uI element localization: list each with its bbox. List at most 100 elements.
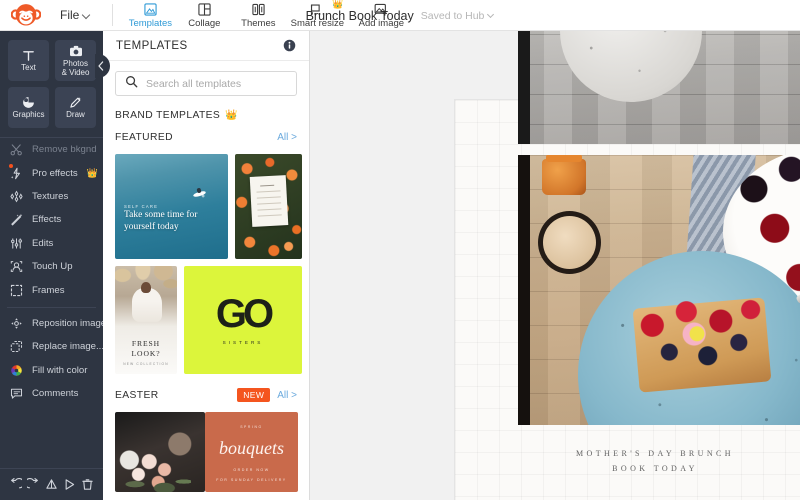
- templates-panel: TEMPLATES BRAND TEMPLATES 👑: [103, 31, 310, 500]
- template-kicker: SPRING: [240, 425, 263, 429]
- rail-item-touch-up[interactable]: Touch Up: [0, 255, 103, 278]
- rail-button-photos-video[interactable]: Photos & Video: [55, 40, 96, 81]
- info-icon[interactable]: [283, 39, 296, 52]
- effects-wand-icon: [9, 212, 24, 227]
- template-title-line2: yourself today: [124, 221, 179, 232]
- touch-up-face-icon: [9, 259, 24, 274]
- panel-header: TEMPLATES: [103, 31, 309, 61]
- surfer-graphic: [192, 190, 207, 198]
- rail-item-pro-effects-label: Pro effects: [32, 167, 78, 179]
- play-icon[interactable]: [62, 477, 77, 492]
- chevron-left-icon: [98, 61, 104, 71]
- brunch-photo-color-main[interactable]: [518, 155, 800, 425]
- brand-templates-row[interactable]: BRAND TEMPLATES 👑: [103, 105, 309, 125]
- pro-crown-icon: 👑: [86, 167, 98, 178]
- rail-divider-2: [7, 306, 96, 308]
- template-card-fresh-look[interactable]: FRESH LOOK? NEW COLLECTION: [115, 266, 177, 374]
- featured-section-header: FEATURED All >: [103, 127, 309, 147]
- pro-crown-icon: 👑: [225, 109, 238, 121]
- template-line1: ORDER NOW: [233, 468, 270, 472]
- photo-edge-left: [518, 31, 530, 144]
- search-box[interactable]: [115, 71, 297, 96]
- featured-grid-row-1: SELF CARE Take some time for yourself to…: [103, 147, 309, 259]
- design-document[interactable]: MOTHER'S DAY BRUNCH BOOK TODAY: [455, 31, 800, 500]
- rail-item-remove-bkgnd-label: Remove bkgnd: [32, 144, 97, 156]
- document-title[interactable]: Brunch Book Today: [306, 9, 414, 23]
- rail-button-graphics-label: Graphics: [12, 110, 45, 120]
- monkey-logo-icon: [11, 4, 41, 26]
- picmonkey-logo[interactable]: [0, 3, 52, 27]
- save-state-menu[interactable]: Saved to Hub: [421, 10, 495, 22]
- easter-section-header: EASTER NEW All >: [103, 385, 309, 405]
- rail-button-text[interactable]: Text: [8, 40, 49, 81]
- sliders-icon: [9, 236, 24, 251]
- rail-item-reposition-image-label: Reposition image: [32, 317, 103, 329]
- redo-icon[interactable]: [26, 477, 41, 492]
- textures-icon: [9, 189, 24, 204]
- rail-item-remove-bkgnd[interactable]: Remove bkgnd 👑: [0, 138, 103, 161]
- replace-image-icon: [9, 339, 24, 354]
- new-badge[interactable]: NEW: [237, 388, 271, 402]
- easter-label: EASTER: [115, 389, 159, 401]
- toolbar-divider: [112, 4, 114, 26]
- featured-all-link[interactable]: All >: [277, 132, 297, 143]
- tab-themes[interactable]: Themes: [231, 0, 285, 31]
- template-card-easter-bouquet-text[interactable]: SPRING bouquets ORDER NOW FOR SUNDAY DEL…: [205, 412, 298, 492]
- template-card-orange-flowers[interactable]: [235, 154, 302, 259]
- chevron-down-icon: [488, 13, 494, 19]
- brand-templates-left: BRAND TEMPLATES 👑: [115, 110, 238, 121]
- file-menu-button[interactable]: File: [52, 8, 98, 22]
- graphics-icon: [22, 95, 35, 110]
- template-title-line2: LOOK?: [131, 349, 161, 358]
- rail-item-fill-with-color-label: Fill with color: [32, 364, 88, 376]
- top-toolbar: File Templates Collage Themes 👑 Smart re…: [0, 0, 800, 31]
- template-card-take-some-time[interactable]: SELF CARE Take some time for yourself to…: [115, 154, 228, 259]
- featured-actions: All >: [277, 132, 297, 143]
- rail-item-replace-image[interactable]: Replace image...: [0, 335, 103, 358]
- template-title-line1: FRESH: [131, 339, 161, 348]
- template-card-go-sisters[interactable]: GO SISTERS: [184, 266, 302, 374]
- rail-button-graphics[interactable]: Graphics: [8, 87, 49, 128]
- rail-button-draw[interactable]: Draw: [55, 87, 96, 128]
- brand-templates-label: BRAND TEMPLATES: [115, 109, 221, 121]
- tab-templates[interactable]: Templates: [123, 0, 177, 31]
- rail-button-text-label: Text: [21, 63, 36, 73]
- rail-item-replace-image-label: Replace image...: [32, 341, 103, 353]
- photo-edge-left: [518, 155, 530, 425]
- flip-icon[interactable]: [44, 477, 59, 492]
- rail-item-effects[interactable]: Effects: [0, 208, 103, 231]
- rail-item-edits[interactable]: Edits: [0, 232, 103, 255]
- canvas-caption-text[interactable]: MOTHER'S DAY BRUNCH BOOK TODAY: [455, 446, 800, 476]
- note-card-graphic: [249, 175, 289, 227]
- easter-all-link[interactable]: All >: [277, 390, 297, 401]
- trash-icon[interactable]: [80, 477, 95, 492]
- pro-crown-icon: 👑: [332, 0, 344, 9]
- rail-item-fill-with-color[interactable]: Fill with color: [0, 359, 103, 382]
- brunch-photo-bw-top[interactable]: [518, 31, 800, 144]
- rail-item-pro-effects[interactable]: Pro effects 👑: [0, 161, 103, 184]
- draw-icon: [69, 95, 82, 110]
- comments-icon: [9, 386, 24, 401]
- template-card-easter-bouquet-photo[interactable]: [115, 412, 205, 492]
- rail-item-comments[interactable]: Comments: [0, 382, 103, 405]
- canvas-workspace[interactable]: MOTHER'S DAY BRUNCH BOOK TODAY: [310, 31, 800, 500]
- photos-line2: & Video: [61, 67, 90, 77]
- rail-item-frames[interactable]: Frames: [0, 278, 103, 301]
- collage-icon: [198, 2, 211, 17]
- color-wheel-icon: [9, 363, 24, 378]
- tab-collage[interactable]: Collage: [177, 0, 231, 31]
- easter-grid-row-1: SPRING bouquets ORDER NOW FOR SUNDAY DEL…: [103, 405, 309, 492]
- template-subtitle: NEW COLLECTION: [123, 362, 169, 366]
- featured-label: FEATURED: [115, 131, 173, 143]
- rail-item-edits-label: Edits: [32, 237, 54, 249]
- template-line2: FOR SUNDAY DELIVERY: [216, 478, 287, 482]
- reposition-image-icon: [9, 316, 24, 331]
- rail-item-textures[interactable]: Textures: [0, 185, 103, 208]
- search-input[interactable]: [146, 77, 287, 90]
- text-icon: [22, 48, 35, 63]
- templates-icon: [144, 2, 157, 17]
- caption-line-1: MOTHER'S DAY BRUNCH: [576, 449, 734, 458]
- rail-item-touch-up-label: Touch Up: [32, 261, 73, 273]
- rail-item-reposition-image[interactable]: Reposition image: [0, 312, 103, 335]
- undo-icon[interactable]: [8, 477, 23, 492]
